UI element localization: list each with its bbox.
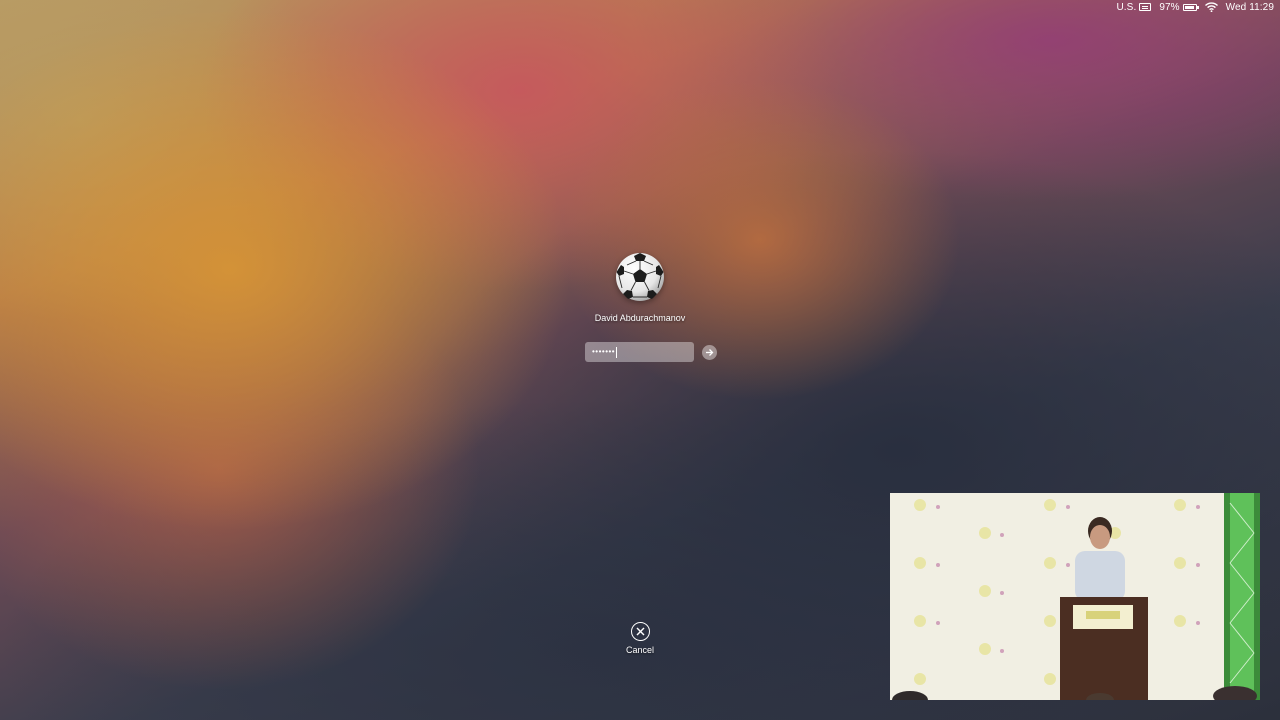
battery-menu[interactable]: 97% xyxy=(1159,1,1199,13)
soccer-ball-icon[interactable] xyxy=(615,252,665,302)
clock-label: Wed 11:29 xyxy=(1225,1,1274,13)
user-name-label: David Abdurachmanov xyxy=(594,313,686,323)
text-caret xyxy=(616,346,618,358)
arrow-right-icon xyxy=(706,348,714,356)
speaker-video-frame xyxy=(890,493,1260,700)
password-row: ••••••• xyxy=(585,342,717,362)
clock-menu[interactable]: Wed 11:29 xyxy=(1226,2,1274,13)
battery-percent: 97% xyxy=(1159,1,1180,13)
lock-screen: U.S. 97% Wed 11:29 David Abdurachmanov •… xyxy=(0,0,1280,720)
battery-icon xyxy=(1182,3,1199,11)
input-source-label: U.S. xyxy=(1116,1,1137,13)
password-field[interactable]: ••••••• xyxy=(585,342,694,362)
cancel-label: Cancel xyxy=(625,645,654,655)
login-submit-button[interactable] xyxy=(702,344,717,360)
close-icon xyxy=(636,627,644,636)
wifi-menu[interactable] xyxy=(1204,2,1218,12)
close-circle-icon xyxy=(630,622,650,641)
speaker-video-overlay xyxy=(890,493,1260,700)
password-mask: ••••••• xyxy=(592,347,616,356)
menu-bar-status: U.S. 97% Wed 11:29 xyxy=(1116,0,1280,14)
login-panel: David Abdurachmanov xyxy=(0,252,1280,323)
wifi-icon xyxy=(1204,2,1218,12)
keyboard-icon xyxy=(1139,3,1152,11)
input-source-menu[interactable]: U.S. xyxy=(1116,1,1152,13)
